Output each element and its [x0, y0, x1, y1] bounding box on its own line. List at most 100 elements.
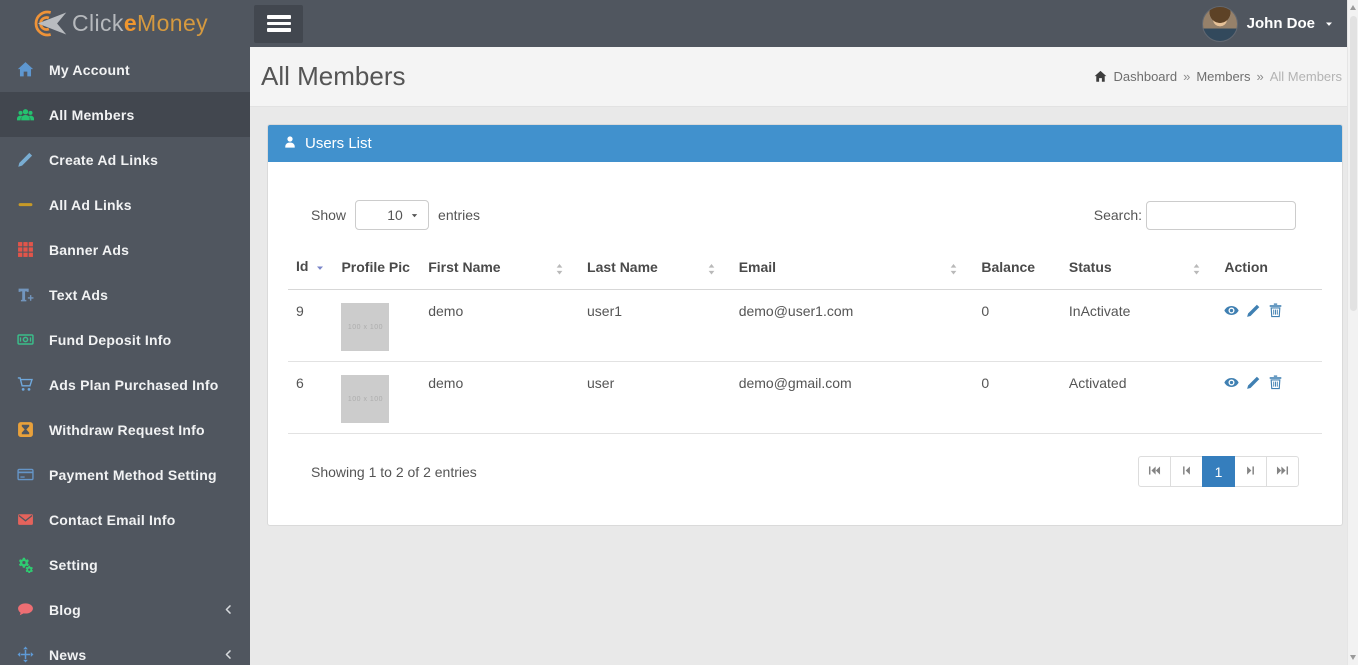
- user-menu[interactable]: John Doe: [1201, 5, 1334, 42]
- cell-id: 6: [288, 361, 334, 434]
- page-current-button[interactable]: 1: [1202, 456, 1235, 487]
- eye-icon: [1224, 303, 1240, 318]
- panel-body: Show 10 entries Search: Id Profile Pic F…: [268, 162, 1342, 525]
- page-first-icon: [1148, 464, 1161, 480]
- sidebar-item-create-ad-links[interactable]: Create Ad Links: [0, 137, 250, 182]
- edit-button[interactable]: [1246, 375, 1261, 390]
- chevron-left-icon: [223, 604, 234, 615]
- cart-icon: [15, 376, 36, 393]
- hamburger-icon: [266, 15, 291, 19]
- delete-button[interactable]: [1268, 375, 1283, 390]
- page-prev-icon: [1180, 464, 1193, 480]
- page-title: All Members: [261, 61, 406, 91]
- sidebar-item-text-ads[interactable]: Text Ads: [0, 272, 250, 317]
- table-row: 6 100 x 100 demo user demo@gmail.com 0 Activat…: [288, 361, 1322, 434]
- minus-icon: [15, 196, 36, 213]
- sidebar-item-news[interactable]: News: [0, 632, 250, 665]
- breadcrumb-current: All Members: [1269, 69, 1342, 84]
- view-button[interactable]: [1224, 303, 1240, 318]
- sidebar-nav: My Account All Members Create Ad Links All …: [0, 47, 250, 665]
- cell-last-name: user: [579, 361, 731, 434]
- users-list-panel: Users List Show 10 entries Search: Id Pr…: [267, 124, 1343, 526]
- brand-name: ClickeMoney: [72, 10, 209, 36]
- sidebar-item-payment-method-setting[interactable]: Payment Method Setting: [0, 452, 250, 497]
- sidebar-item-label: Contact Email Info: [49, 511, 176, 528]
- page-next-icon: [1244, 464, 1257, 480]
- cell-first-name: demo: [420, 361, 580, 434]
- sidebar-item-blog[interactable]: Blog: [0, 587, 250, 632]
- breadcrumb-members[interactable]: Members: [1196, 69, 1250, 84]
- page-last-button[interactable]: [1266, 456, 1299, 487]
- sidebar-item-label: Ads Plan Purchased Info: [49, 376, 219, 393]
- column-header-balance: Balance: [973, 250, 1061, 290]
- chevron-left-icon: [223, 649, 234, 660]
- hamburger-button[interactable]: [254, 4, 303, 43]
- cell-balance: 0: [973, 361, 1061, 434]
- pencil-icon: [1246, 375, 1261, 390]
- scrollbar-thumb[interactable]: [1349, 16, 1357, 311]
- brand-logo[interactable]: ClickeMoney: [0, 0, 250, 47]
- main-area: John Doe All Members Dashboard » Members…: [250, 0, 1358, 665]
- cell-action: [1216, 361, 1322, 434]
- cell-status: InActivate: [1060, 289, 1217, 362]
- table-controls: Show 10 entries Search:: [288, 200, 1322, 230]
- edit-button[interactable]: [1246, 303, 1261, 318]
- sidebar-item-label: Setting: [49, 556, 98, 573]
- page-previous-button[interactable]: [1170, 456, 1203, 487]
- search-input[interactable]: [1146, 200, 1296, 230]
- cell-profile-pic: 100 x 100: [333, 361, 421, 434]
- sidebar-item-fund-deposit-info[interactable]: Fund Deposit Info: [0, 317, 250, 362]
- caret-down-icon: [1324, 19, 1334, 29]
- brand-logo-icon: [34, 10, 67, 37]
- sort-desc-icon: [315, 260, 325, 276]
- page-first-button[interactable]: [1138, 456, 1171, 487]
- users-icon: [15, 106, 36, 123]
- sort-icon: [555, 262, 564, 275]
- scrollbar[interactable]: [1347, 0, 1358, 665]
- app-root: ClickeMoney My Account All Members Create …: [0, 0, 1358, 665]
- search-label: Search:: [1093, 207, 1142, 223]
- sidebar-item-all-ad-links[interactable]: All Ad Links: [0, 182, 250, 227]
- column-header-id[interactable]: Id: [288, 250, 334, 290]
- scroll-down-arrow-icon[interactable]: [1348, 655, 1358, 661]
- gears-icon: [15, 556, 36, 573]
- cell-status: Activated: [1060, 361, 1217, 434]
- move-icon: [15, 646, 36, 663]
- text-ads-icon: [15, 286, 36, 303]
- sidebar-item-ads-plan-purchased-info[interactable]: Ads Plan Purchased Info: [0, 362, 250, 407]
- column-header-first-name[interactable]: First Name: [420, 250, 580, 290]
- avatar: [1201, 5, 1238, 42]
- scroll-up-arrow-icon[interactable]: [1348, 4, 1358, 10]
- sidebar-item-label: My Account: [49, 61, 130, 78]
- column-header-status[interactable]: Status: [1060, 250, 1217, 290]
- cell-first-name: demo: [420, 289, 580, 362]
- trash-icon: [1268, 375, 1283, 390]
- sidebar-item-banner-ads[interactable]: Banner Ads: [0, 227, 250, 272]
- sidebar-item-label: Payment Method Setting: [49, 466, 217, 483]
- entries-label: entries: [438, 207, 481, 223]
- page-next-button[interactable]: [1234, 456, 1267, 487]
- breadcrumb-separator: »: [1183, 69, 1191, 84]
- sidebar-item-withdraw-request-info[interactable]: Withdraw Request Info: [0, 407, 250, 452]
- sidebar-item-all-members[interactable]: All Members: [0, 92, 250, 137]
- sort-icon: [1192, 262, 1201, 275]
- sidebar-item-contact-email-info[interactable]: Contact Email Info: [0, 497, 250, 542]
- pencil-icon: [1246, 303, 1261, 318]
- sidebar-item-label: Blog: [49, 601, 81, 618]
- cell-id: 9: [288, 289, 334, 362]
- delete-button[interactable]: [1268, 303, 1283, 318]
- sidebar-item-setting[interactable]: Setting: [0, 542, 250, 587]
- pagination: 1: [1138, 456, 1299, 487]
- column-header-last-name[interactable]: Last Name: [579, 250, 731, 290]
- view-button[interactable]: [1224, 375, 1240, 390]
- user-name: John Doe: [1246, 15, 1315, 32]
- cell-balance: 0: [973, 289, 1061, 362]
- breadcrumb-dashboard[interactable]: Dashboard: [1113, 69, 1177, 84]
- sidebar-item-my-account[interactable]: My Account: [0, 47, 250, 92]
- sidebar-item-label: Banner Ads: [49, 241, 130, 258]
- page-size-select[interactable]: 10: [355, 200, 430, 230]
- home-icon: [1094, 70, 1107, 83]
- column-header-email[interactable]: Email: [730, 250, 974, 290]
- home-icon: [15, 61, 36, 78]
- sort-icon: [949, 262, 958, 275]
